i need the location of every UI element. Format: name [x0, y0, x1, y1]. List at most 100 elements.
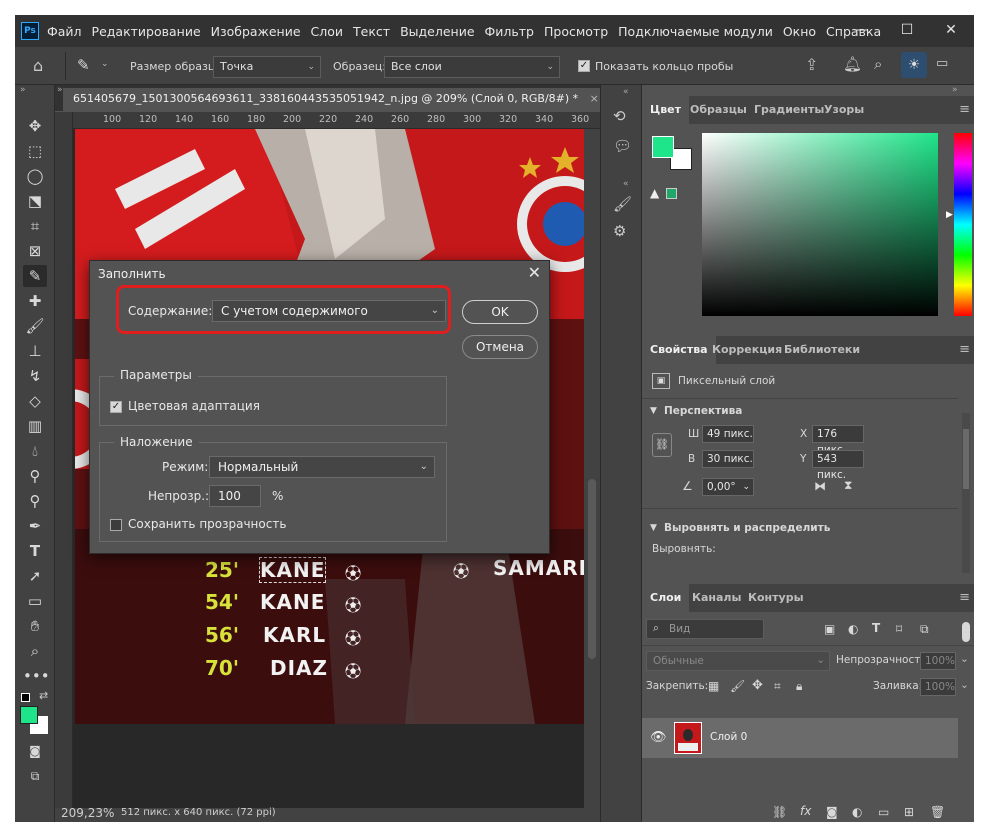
layer-row[interactable]: 👁︎ Слой 0	[642, 718, 958, 758]
clone-stamp-icon[interactable]: ⊥	[23, 340, 47, 362]
sample-size-select[interactable]: Точка ⌄	[213, 56, 321, 78]
flip-horizontal-icon[interactable]: ⧓	[814, 479, 826, 493]
add-mask-icon[interactable]: ◙	[826, 805, 838, 819]
tab-patterns[interactable]: Узоры	[816, 96, 872, 124]
workspace-icon[interactable]: ▭	[936, 56, 948, 71]
eraser-tool-icon[interactable]: ◇	[23, 390, 47, 412]
menu-type[interactable]: Текст	[353, 24, 390, 39]
preserve-transparency-checkbox[interactable]	[110, 519, 122, 531]
angle-field[interactable]: 0,00° ⌄	[702, 478, 754, 496]
filter-shape-icon[interactable]: ⌑	[896, 622, 902, 636]
link-layers-icon[interactable]: ⛓	[772, 805, 787, 819]
collapse-toolbar-icon[interactable]: »	[20, 85, 26, 95]
foreground-color-swatch[interactable]	[20, 706, 38, 724]
menu-filter[interactable]: Фильтр	[485, 24, 534, 39]
flip-vertical-icon[interactable]: ⧗	[844, 478, 852, 493]
lock-artboard-icon[interactable]: ⌗	[774, 679, 781, 694]
hue-slider[interactable]	[954, 133, 972, 316]
tab-layers[interactable]: Слои	[642, 584, 690, 612]
gradient-tool-icon[interactable]: ▥	[23, 415, 47, 437]
menu-image[interactable]: Изображение	[211, 24, 301, 39]
sample-select[interactable]: Все слои ⌄	[384, 56, 560, 78]
hue-slider-marker-icon[interactable]: ▶	[946, 210, 953, 220]
panel-menu-icon[interactable]: ≡	[959, 102, 970, 117]
opacity-input[interactable]: 100	[209, 485, 261, 507]
color-adaptation-checkbox[interactable]: ✓	[110, 401, 122, 413]
perspective-header[interactable]: Перспектива	[664, 405, 742, 417]
properties-scrollbar[interactable]	[962, 413, 970, 573]
zoom-level[interactable]: 209,23%	[61, 806, 114, 820]
cancel-button[interactable]: Отмена	[462, 335, 538, 359]
tab-swatches[interactable]: Образцы	[682, 96, 755, 124]
filter-smart-object-icon[interactable]: ⧉	[920, 622, 929, 637]
lock-all-icon[interactable]: 🔒︎	[796, 679, 802, 694]
history-panel-icon[interactable]: ⟲	[613, 107, 626, 125]
object-select-tool-icon[interactable]: ⬔	[23, 190, 47, 212]
search-icon[interactable]: ⌕	[874, 55, 882, 73]
visibility-eye-icon[interactable]: 👁︎	[650, 730, 667, 745]
collapse-icon[interactable]: «	[623, 87, 629, 97]
marquee-tool-icon[interactable]: ⬚	[23, 140, 47, 162]
lock-pixels-icon[interactable]: 🖌︎	[730, 679, 745, 693]
filter-adjustment-icon[interactable]: ◐	[848, 622, 858, 636]
panel-menu-icon[interactable]: ≡	[959, 590, 970, 605]
lock-position-icon[interactable]: ✥	[752, 678, 763, 693]
maximize-button[interactable]: ☐	[884, 15, 930, 47]
adjustment-layer-icon[interactable]: ◐	[852, 805, 862, 819]
chevron-down-icon[interactable]: ▼	[650, 406, 657, 416]
height-field[interactable]: 30 пикс.	[702, 450, 754, 468]
close-window-button[interactable]: ✕	[928, 15, 974, 47]
history-brush-icon[interactable]: ↯	[23, 365, 47, 387]
chevron-down-icon[interactable]: ⌄	[960, 679, 969, 691]
menu-edit[interactable]: Редактирование	[92, 24, 201, 39]
brush-panel-icon[interactable]: 🖌︎	[613, 195, 632, 213]
default-colors-icon[interactable]	[21, 693, 30, 702]
swap-colors-icon[interactable]: ⇄	[39, 689, 48, 702]
share-icon[interactable]: ⇪	[805, 55, 818, 74]
layer-filter-input[interactable]: ⌕ Вид	[646, 619, 764, 639]
filter-type-icon[interactable]: T	[872, 621, 880, 635]
zoom-tool-icon[interactable]: ⌕	[23, 640, 47, 662]
adjustments-panel-icon[interactable]: ⚙	[613, 222, 626, 240]
collapse-icon[interactable]: «	[623, 179, 629, 189]
collapse-icon[interactable]: »	[57, 85, 63, 95]
canvas-vertical-scrollbar[interactable]	[584, 129, 600, 808]
menu-plugins[interactable]: Подключаемые модули	[618, 24, 773, 39]
eyedropper-tool-icon-active[interactable]: ✎	[23, 265, 47, 287]
path-select-tool-icon[interactable]: ➚	[23, 565, 47, 587]
layers-scrollbar[interactable]	[960, 718, 972, 808]
tool-preset-chevron-icon[interactable]: ⌄	[101, 59, 109, 69]
gamut-warning-icon[interactable]: ▲	[650, 186, 659, 200]
home-icon[interactable]: ⌂	[33, 56, 43, 75]
y-field[interactable]: 543 пикс.	[812, 450, 864, 481]
ok-button[interactable]: OK	[462, 300, 538, 324]
close-icon[interactable]: ✕	[528, 263, 541, 282]
close-tab-icon[interactable]: ×	[590, 92, 599, 105]
align-header[interactable]: Выровнять и распределить	[664, 522, 830, 534]
move-tool-icon[interactable]: ✥	[23, 115, 47, 137]
blend-mode-select[interactable]: Обычные ⌄	[646, 651, 830, 671]
healing-brush-icon[interactable]: ✚	[23, 290, 47, 312]
chevron-down-icon[interactable]: ▼	[650, 523, 657, 533]
lasso-tool-icon[interactable]: ◯	[23, 165, 47, 187]
rectangle-tool-icon[interactable]: ▭	[23, 590, 47, 612]
notification-bell-icon[interactable]: 🔔︎	[843, 55, 862, 73]
discover-lightbulb-icon[interactable]: ☀	[901, 52, 927, 78]
mode-select[interactable]: Нормальный ⌄	[209, 456, 435, 478]
menu-window[interactable]: Окно	[783, 24, 816, 39]
gamut-color-swatch[interactable]	[666, 188, 677, 199]
pen-tool-icon[interactable]: ✒	[23, 515, 47, 537]
crop-tool-icon[interactable]: ⌗	[23, 215, 47, 237]
width-field[interactable]: 49 пикс.	[702, 425, 754, 443]
link-icon[interactable]: ⛓	[652, 433, 672, 457]
quick-mask-icon[interactable]: ◙	[23, 740, 47, 762]
fx-icon[interactable]: fx	[800, 804, 811, 818]
filter-pixel-icon[interactable]: ▣	[824, 622, 835, 636]
sponge-tool-icon[interactable]: ⚲	[23, 490, 47, 512]
comments-panel-icon[interactable]: 💬︎	[613, 137, 632, 155]
new-layer-icon[interactable]: ⊞	[904, 805, 914, 819]
brush-tool-icon[interactable]: 🖌︎	[23, 315, 47, 337]
collapse-icon[interactable]: »	[952, 85, 958, 95]
new-group-icon[interactable]: ▭	[878, 805, 889, 819]
delete-layer-icon[interactable]: 🗑︎	[930, 805, 945, 819]
